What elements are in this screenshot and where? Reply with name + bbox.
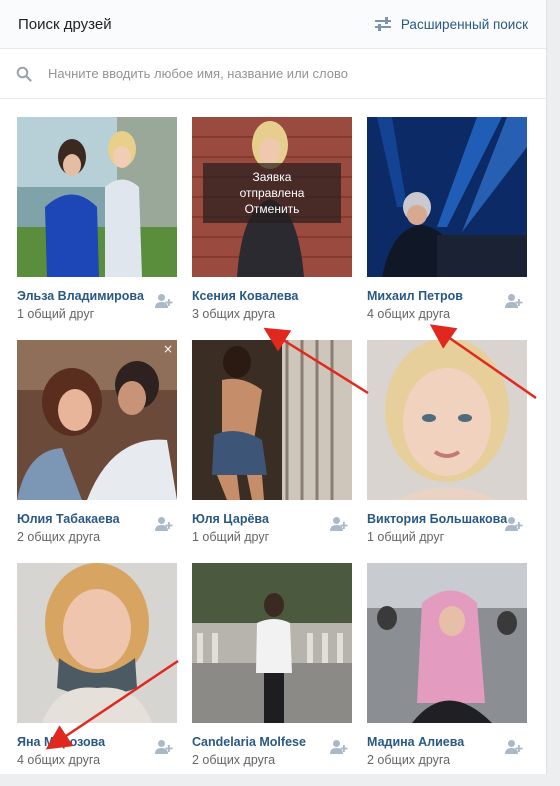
person-name[interactable]: Candelaria Molfese bbox=[192, 735, 306, 749]
add-friend-icon[interactable] bbox=[330, 739, 348, 755]
mutual-friends[interactable]: 2 общих друга bbox=[367, 753, 450, 767]
advanced-search-label: Расширенный поиск bbox=[400, 16, 528, 32]
search-icon bbox=[16, 66, 32, 82]
person-card: Заявка отправлена Отменить Ксения Ковале… bbox=[192, 117, 352, 340]
request-status-line1: Заявка bbox=[252, 170, 292, 184]
mutual-friends[interactable]: 1 общий друг bbox=[367, 530, 444, 544]
add-friend-icon[interactable] bbox=[155, 293, 173, 309]
add-friend-icon[interactable] bbox=[330, 516, 348, 532]
person-photo[interactable] bbox=[367, 117, 527, 277]
person-photo[interactable] bbox=[17, 117, 177, 277]
person-card: Михаил Петров 4 общих друга bbox=[367, 117, 527, 340]
person-photo[interactable]: Заявка отправлена Отменить bbox=[192, 117, 352, 277]
add-friend-icon[interactable] bbox=[505, 516, 523, 532]
person-photo[interactable] bbox=[367, 563, 527, 723]
mutual-friends[interactable]: 2 общих друга bbox=[192, 753, 275, 767]
person-name[interactable]: Юлия Табакаева bbox=[17, 512, 120, 526]
person-card: Юля Царёва 1 общий друг bbox=[192, 340, 352, 563]
add-friend-icon[interactable] bbox=[505, 739, 523, 755]
person-name[interactable]: Яна Морозова bbox=[17, 735, 105, 749]
mutual-friends[interactable]: 1 общий друг bbox=[17, 307, 94, 321]
mutual-friends[interactable]: 2 общих друга bbox=[17, 530, 100, 544]
advanced-search-link[interactable]: Расширенный поиск bbox=[374, 16, 528, 32]
friend-request-overlay: Заявка отправлена Отменить bbox=[203, 163, 341, 223]
person-photo[interactable] bbox=[367, 340, 527, 500]
person-name[interactable]: Мадина Алиева bbox=[367, 735, 464, 749]
add-friend-icon[interactable] bbox=[505, 293, 523, 309]
person-card: × Юлия Табакаева 2 общих друга bbox=[17, 340, 177, 563]
request-status-line2: отправлена bbox=[239, 186, 305, 200]
person-name[interactable]: Эльза Владимирова bbox=[17, 289, 144, 303]
mutual-friends[interactable]: 4 общих друга bbox=[17, 753, 100, 767]
person-name[interactable]: Михаил Петров bbox=[367, 289, 463, 303]
person-name[interactable]: Ксения Ковалева bbox=[192, 289, 298, 303]
person-card: Эльза Владимирова 1 общий друг bbox=[17, 117, 177, 340]
mutual-friends[interactable]: 4 общих друга bbox=[367, 307, 450, 321]
person-card: Виктория Большакова 1 общий друг bbox=[367, 340, 527, 563]
filter-sliders-icon bbox=[374, 17, 391, 31]
add-friend-icon[interactable] bbox=[155, 516, 173, 532]
mutual-friends[interactable]: 1 общий друг bbox=[192, 530, 269, 544]
cancel-request-link[interactable]: Отменить bbox=[203, 201, 341, 217]
search-bar bbox=[0, 49, 546, 99]
mutual-friends[interactable]: 3 общих друга bbox=[192, 307, 275, 321]
people-grid: Эльза Владимирова 1 общий друг Заявка от… bbox=[17, 117, 527, 786]
add-friend-icon[interactable] bbox=[155, 739, 173, 755]
person-photo[interactable] bbox=[17, 563, 177, 723]
person-card: Candelaria Molfese 2 общих друга bbox=[192, 563, 352, 786]
close-icon[interactable]: × bbox=[163, 342, 173, 356]
person-card: Яна Морозова 4 общих друга bbox=[17, 563, 177, 786]
person-card: Мадина Алиева 2 общих друга bbox=[367, 563, 527, 786]
page-title: Поиск друзей bbox=[18, 15, 112, 33]
person-name[interactable]: Виктория Большакова bbox=[367, 512, 507, 526]
person-name[interactable]: Юля Царёва bbox=[192, 512, 269, 526]
person-photo[interactable] bbox=[192, 563, 352, 723]
header: Поиск друзей Расширенный поиск bbox=[0, 0, 546, 49]
person-photo[interactable]: × bbox=[17, 340, 177, 500]
search-input[interactable] bbox=[46, 65, 490, 82]
person-photo[interactable] bbox=[192, 340, 352, 500]
